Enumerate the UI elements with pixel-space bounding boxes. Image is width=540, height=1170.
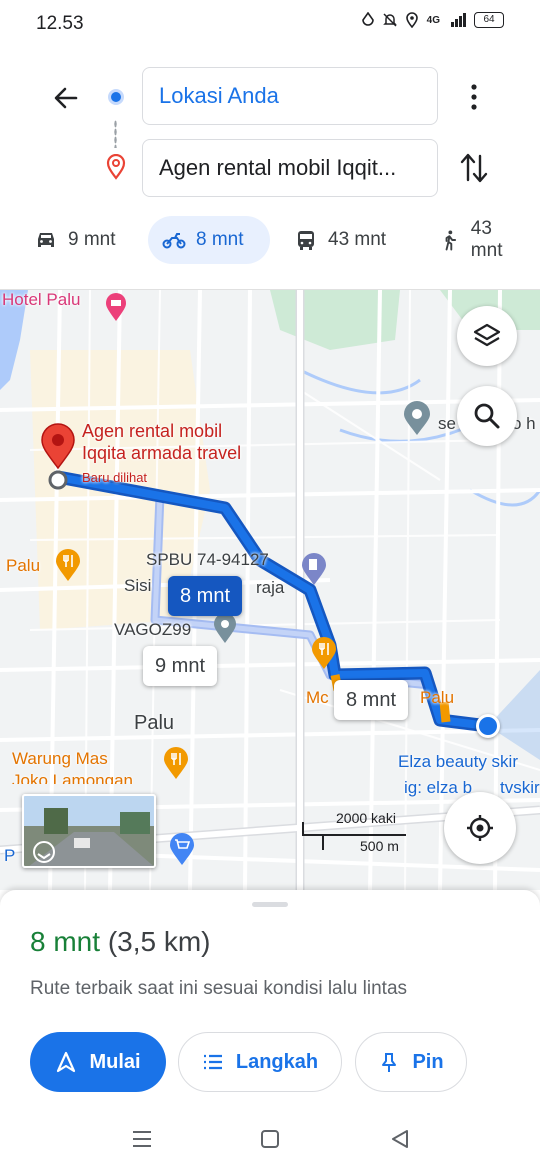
- destination-marker-icon[interactable]: [38, 420, 78, 492]
- tab-car[interactable]: 9 mnt: [20, 216, 130, 264]
- tab-transit-label: 43 mnt: [328, 229, 387, 250]
- car-icon: [38, 233, 54, 247]
- restaurant-pin-icon[interactable]: [162, 746, 190, 780]
- steps-button-label: Langkah: [235, 1050, 319, 1073]
- hotel-pin-icon: [106, 293, 126, 321]
- location-icon: [405, 12, 418, 28]
- crosshair-icon: [467, 815, 493, 841]
- signal-icon: [451, 13, 466, 27]
- route-summary-sheet[interactable]: 8 mnt (3,5 km) Rute terbaik saat ini ses…: [0, 890, 540, 1115]
- walk-icon: [445, 230, 457, 251]
- destination-label-line2: Iqqita armada travel: [82, 443, 242, 463]
- palu-city-label: Palu: [134, 712, 175, 734]
- layers-button[interactable]: [457, 306, 517, 366]
- route-connector-dots: [114, 120, 117, 148]
- selected-route-time-bubble[interactable]: 8 mnt: [168, 576, 243, 616]
- tab-motorcycle-label: 8 mnt: [196, 229, 244, 250]
- swap-direction-icon[interactable]: [458, 150, 490, 186]
- warung-label-line1: Warung Mas: [12, 749, 108, 768]
- navigation-arrow-icon: [57, 1051, 76, 1073]
- place-pin-icon[interactable]: [402, 400, 432, 436]
- sheet-drag-handle[interactable]: [252, 902, 288, 907]
- elza-label-line2: ig: elza b: [404, 778, 473, 797]
- map-view[interactable]: Hotel Palu Agen rental mobil Iqqita arma…: [0, 290, 540, 890]
- route-summary: 8 mnt (3,5 km): [30, 926, 211, 958]
- alternate-route-time-bubble[interactable]: 9 mnt: [143, 646, 218, 686]
- route-description: Rute terbaik saat ini sesuai kondisi lal…: [30, 978, 408, 999]
- pin-button-label: Pin: [412, 1050, 444, 1073]
- elza-label-line3: tvskir: [500, 778, 540, 797]
- hotel-palu-label[interactable]: Hotel Palu: [2, 290, 80, 310]
- raja-label: raja: [256, 578, 285, 597]
- mc-label: Mc: [306, 688, 329, 707]
- pushpin-icon: [382, 1053, 397, 1072]
- mute-icon: [382, 13, 397, 27]
- status-time: 12.53: [36, 13, 84, 34]
- home-icon[interactable]: [258, 1127, 282, 1151]
- origin-dot-icon: [108, 89, 124, 105]
- origin-input[interactable]: Lokasi Anda: [142, 67, 438, 125]
- battery-indicator: 64: [474, 12, 504, 28]
- route-distance: (3,5 km): [107, 926, 211, 957]
- status-icons: 4G 64: [361, 12, 504, 28]
- place-pin-icon[interactable]: [212, 612, 238, 644]
- warung-label[interactable]: Warung Mas Joko Lamongan: [12, 748, 133, 784]
- status-bar: 12.53 4G 64: [0, 0, 540, 46]
- recently-viewed-label: Baru dilihat: [82, 470, 148, 485]
- layers-icon: [473, 323, 501, 347]
- search-icon: [474, 403, 500, 429]
- alternate-route-time-bubble[interactable]: 8 mnt: [334, 680, 409, 720]
- destination-pin-icon: [106, 154, 126, 180]
- gas-station-pin-icon[interactable]: [300, 552, 328, 586]
- back-icon[interactable]: [388, 1127, 412, 1151]
- bus-icon: [298, 231, 314, 250]
- scale-imperial: 2000 kaki: [336, 810, 396, 826]
- street-view-thumbnail[interactable]: [22, 794, 156, 868]
- recent-apps-icon[interactable]: [130, 1127, 154, 1151]
- more-options-icon[interactable]: [462, 82, 486, 112]
- palu-restaurant-label[interactable]: Palu: [6, 556, 40, 576]
- destination-name-label[interactable]: Agen rental mobil Iqqita armada travel: [82, 420, 241, 464]
- steps-button[interactable]: Langkah: [178, 1032, 342, 1092]
- vagoz-label[interactable]: VAGOZ99: [114, 620, 191, 640]
- elza-label-line1[interactable]: Elza beauty skir: [398, 752, 518, 772]
- my-location-button[interactable]: [444, 792, 516, 864]
- restaurant-pin-icon[interactable]: [54, 548, 82, 582]
- tab-walk-label: 43 mnt: [470, 218, 503, 261]
- start-button-label: Mulai: [89, 1050, 141, 1073]
- destination-label-line1: Agen rental mobil: [82, 421, 223, 441]
- tab-transit[interactable]: 43 mnt: [280, 216, 400, 264]
- network-label: 4G: [426, 14, 440, 26]
- motorcycle-icon: [162, 233, 186, 249]
- p-label: P: [4, 846, 16, 865]
- back-arrow-icon[interactable]: [48, 80, 84, 116]
- shopping-pin-icon[interactable]: [168, 832, 196, 866]
- warung-label-line2: Joko Lamongan: [12, 771, 133, 784]
- travel-mode-tabs: 9 mnt 8 mnt 43 mnt 43 mnt: [0, 214, 540, 266]
- scale-metric: 500 m: [360, 838, 399, 854]
- current-location-dot: [476, 714, 500, 738]
- data-saver-icon: [361, 12, 374, 26]
- destination-input[interactable]: Agen rental mobil Iqqit...: [142, 139, 438, 197]
- restaurant-pin-icon[interactable]: [310, 636, 338, 670]
- se-label: se: [438, 414, 456, 433]
- tab-walk[interactable]: 43 mnt: [424, 216, 540, 264]
- tab-motorcycle[interactable]: 8 mnt: [148, 216, 270, 264]
- route-duration: 8 mnt: [30, 926, 101, 957]
- list-icon: [203, 1054, 222, 1070]
- map-scale: 2000 kaki 500 m: [302, 810, 412, 858]
- palu-right-label: Palu: [420, 688, 455, 707]
- system-navigation-bar: [0, 1115, 540, 1170]
- street-view-image: [24, 796, 154, 866]
- search-along-route-button[interactable]: [457, 386, 517, 446]
- sisi-label: Sisi: [124, 576, 152, 595]
- spbu-label[interactable]: SPBU 74-94127: [146, 550, 269, 570]
- pin-button[interactable]: Pin: [355, 1032, 467, 1092]
- start-navigation-button[interactable]: Mulai: [30, 1032, 166, 1092]
- directions-header: Lokasi Anda Agen rental mobil Iqqit... 9…: [0, 46, 540, 290]
- tab-car-label: 9 mnt: [68, 229, 116, 250]
